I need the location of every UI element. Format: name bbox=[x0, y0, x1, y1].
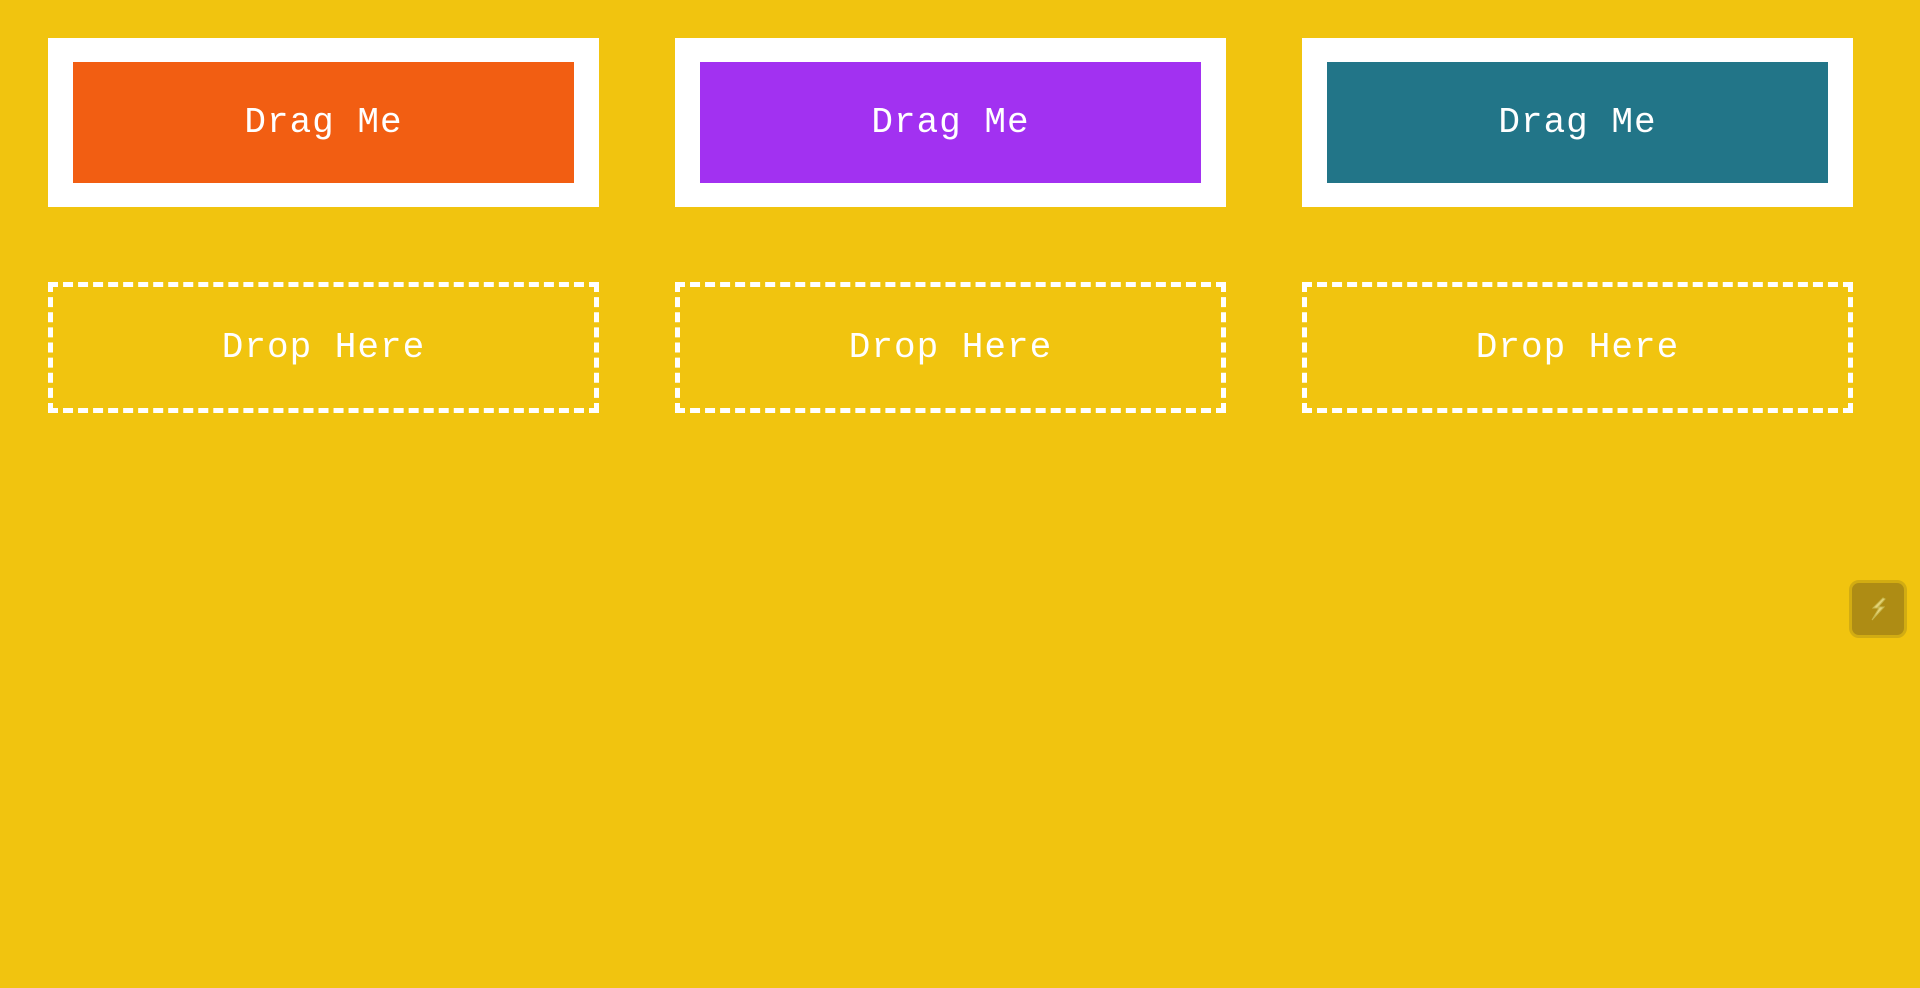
drag-frame-3: Drag Me bbox=[1302, 38, 1853, 207]
drag-me-orange[interactable]: Drag Me bbox=[73, 62, 574, 183]
drop-zone-1[interactable]: Drop Here bbox=[48, 282, 599, 413]
lightning-icon bbox=[1871, 597, 1886, 621]
drag-me-teal[interactable]: Drag Me bbox=[1327, 62, 1828, 183]
drag-frame-1: Drag Me bbox=[48, 38, 599, 207]
drag-me-purple[interactable]: Drag Me bbox=[700, 62, 1201, 183]
corner-widget-button[interactable] bbox=[1849, 580, 1907, 638]
drop-zone-3[interactable]: Drop Here bbox=[1302, 282, 1853, 413]
drop-zone-2[interactable]: Drop Here bbox=[675, 282, 1226, 413]
drag-drop-stage: Drag Me Drag Me Drag Me Drop Here Drop H… bbox=[0, 0, 1920, 988]
drag-frame-2: Drag Me bbox=[675, 38, 1226, 207]
